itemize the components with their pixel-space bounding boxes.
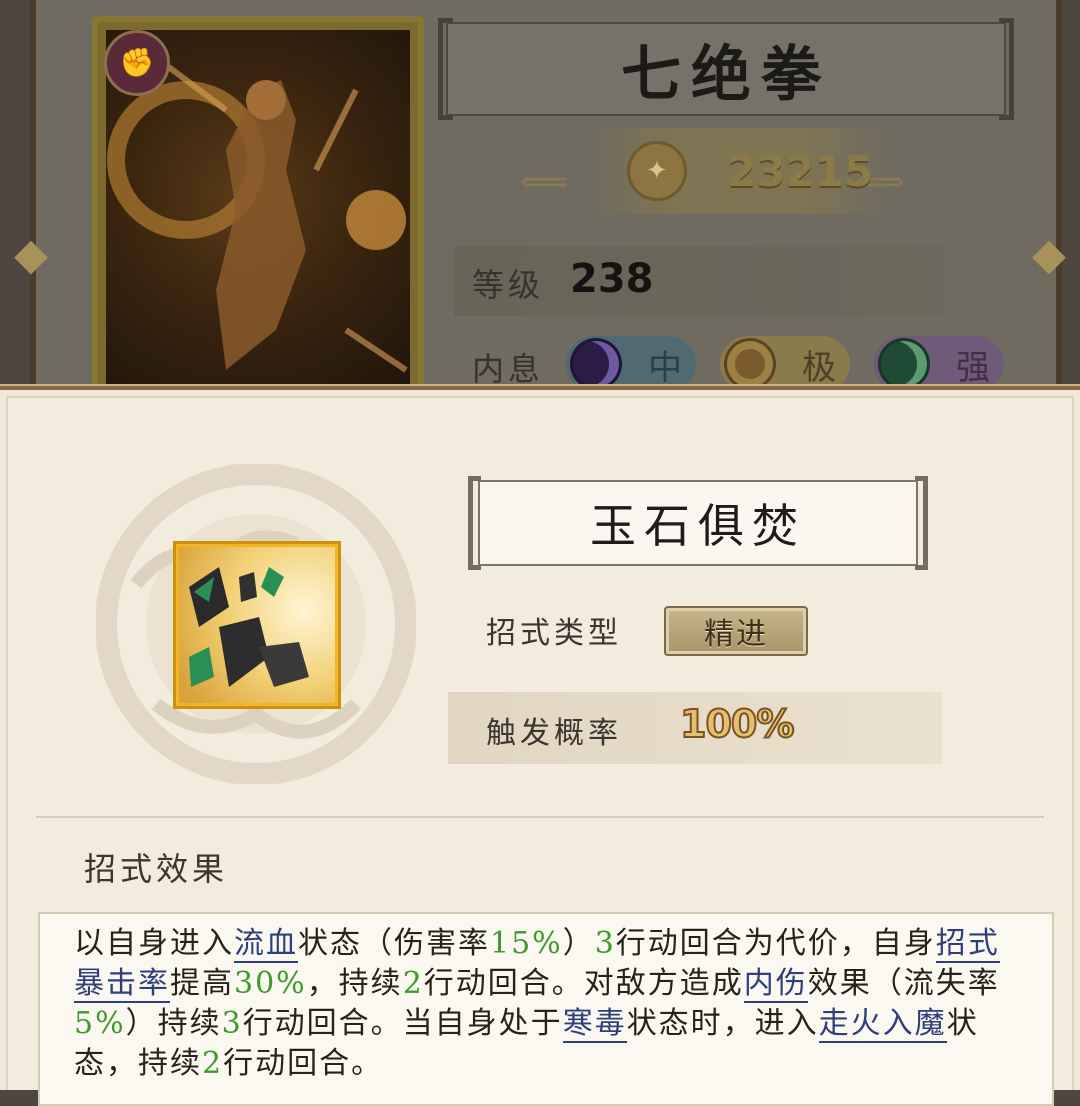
highlight-number: 3: [221, 1006, 243, 1041]
skill-name-plate: 玉石俱焚: [468, 476, 928, 570]
description-text: 行动回合为代价，自身: [615, 926, 936, 961]
power-icon: ✦: [626, 141, 687, 201]
chevron-right-icon[interactable]: ◆: [1024, 225, 1074, 285]
description-text: 状态时，进入: [626, 1006, 819, 1041]
power-value: 23215: [726, 146, 874, 196]
effect-description-box: 以自身进入流血状态（伤害率15%）3行动回合为代价，自身招式暴击率提高30%，持…: [38, 912, 1054, 1106]
level-label: 等级: [472, 266, 545, 304]
highlight-number: 30%: [234, 966, 307, 1001]
description-text: 提高: [170, 966, 234, 1001]
description-text: ，持续: [306, 966, 403, 1001]
crescent-orb-icon: [878, 338, 930, 390]
description-text: ）持续: [125, 1006, 222, 1041]
hero-name: 七绝拳: [621, 39, 831, 110]
description-text: 以自身进入: [74, 926, 234, 961]
power-row: ✦ 23215: [530, 128, 970, 214]
description-text: ）: [562, 926, 595, 961]
trigger-rate-row: 触发概率 100%: [448, 692, 942, 764]
keyword-link[interactable]: 走火入魔: [818, 1006, 947, 1043]
level-row: 等级 238: [454, 246, 944, 316]
description-text: 效果（流失率: [807, 966, 1000, 1001]
highlight-number: 2: [402, 966, 424, 1001]
sun-orb-icon: [724, 338, 776, 390]
neixi-pill-1[interactable]: 中: [566, 336, 696, 392]
trigger-rate-label: 触发概率: [486, 716, 622, 751]
neixi-pill-2[interactable]: 极: [720, 336, 850, 392]
chevron-left-icon[interactable]: ◆: [6, 225, 56, 285]
highlight-number: 3: [594, 926, 616, 961]
skill-name: 玉石俱焚: [590, 499, 806, 553]
effect-description: 以自身进入流血状态（伤害率15%）3行动回合为代价，自身招式暴击率提高30%，持…: [74, 924, 1024, 1084]
description-text: 行动回合。对敌方造成: [423, 966, 744, 1001]
highlight-number: 15%: [490, 926, 563, 961]
description-text: 状态（伤害率: [298, 926, 490, 961]
hero-name-plate: 七绝拳: [438, 18, 1014, 120]
fist-icon: ✊: [104, 30, 170, 96]
trigger-rate-value: 100%: [679, 701, 795, 747]
jade-shatter-skill-icon[interactable]: [173, 541, 341, 709]
skill-type-value: 精进: [704, 617, 768, 652]
effect-title: 招式效果: [84, 850, 229, 888]
level-value: 238: [570, 256, 654, 302]
keyword-link[interactable]: 寒毒: [562, 1006, 627, 1043]
keyword-link[interactable]: 流血: [234, 926, 298, 963]
neixi-label: 内息: [472, 350, 545, 388]
description-text: 行动回合。: [223, 1046, 384, 1081]
moon-orb-icon: [570, 338, 622, 390]
keyword-link[interactable]: 内伤: [743, 966, 808, 1003]
description-text: 行动回合。当自身处于: [242, 1006, 563, 1041]
skill-type-badge: 精进: [664, 606, 808, 656]
skill-detail-popup: 玉石俱焚 招式类型 精进 触发概率 100% 招式效果 以自身进入流血状态（伤害…: [0, 386, 1080, 1106]
highlight-number: 5%: [74, 1006, 126, 1041]
divider: [36, 816, 1044, 818]
skill-type-label: 招式类型: [486, 616, 622, 651]
neixi-pill-3[interactable]: 强: [874, 336, 1004, 392]
highlight-number: 2: [202, 1046, 224, 1081]
